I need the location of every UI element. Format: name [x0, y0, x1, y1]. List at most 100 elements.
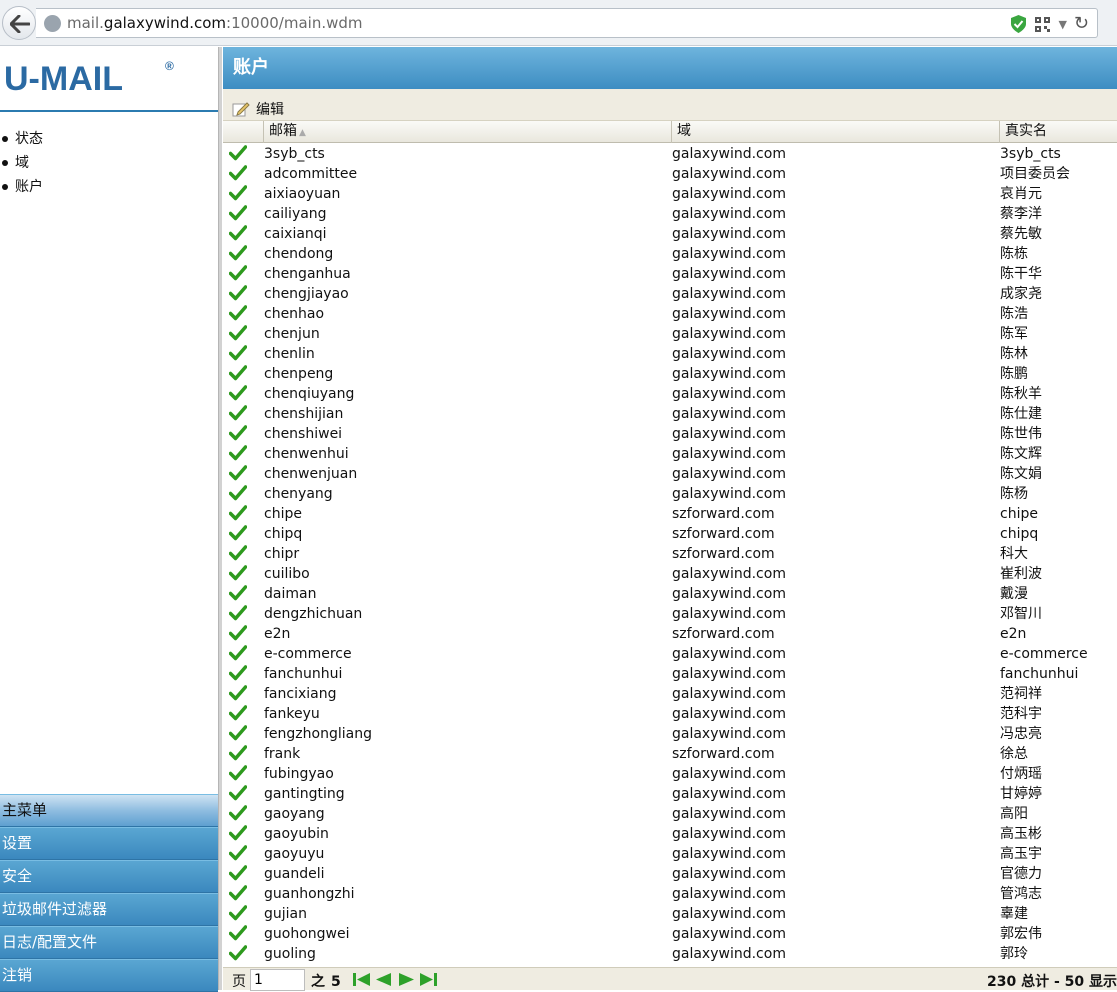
main-menu: 主菜单 设置 安全 垃圾邮件过滤器 日志/配置文件 注销 — [0, 794, 218, 992]
check-icon — [229, 705, 247, 721]
table-row[interactable]: chenyang galaxywind.com 陈杨 — [223, 484, 1117, 504]
shield-icon[interactable] — [1010, 14, 1027, 34]
check-icon — [229, 145, 247, 161]
cell-mailbox: guanhongzhi — [264, 886, 355, 902]
table-row[interactable]: guoling galaxywind.com 郭玲 — [223, 944, 1117, 964]
cell-real-name: 陈世伟 — [1000, 426, 1042, 442]
table-row[interactable]: e-commerce galaxywind.com e-commerce — [223, 644, 1117, 664]
panel-splitter[interactable] — [218, 47, 222, 990]
check-icon — [229, 825, 247, 841]
cell-domain: galaxywind.com — [672, 726, 786, 742]
cell-domain: galaxywind.com — [672, 586, 786, 602]
tree-item-status[interactable]: 状态 — [0, 127, 43, 151]
header-mailbox[interactable]: 邮箱 ▲ — [263, 121, 671, 143]
cell-mailbox: fubingyao — [264, 766, 334, 782]
table-row[interactable]: fanchunhui galaxywind.com fanchunhui — [223, 664, 1117, 684]
table-row[interactable]: gaoyubin galaxywind.com 高玉彬 — [223, 824, 1117, 844]
table-row[interactable]: gaoyuyu galaxywind.com 高玉宇 — [223, 844, 1117, 864]
table-row[interactable]: cailiyang galaxywind.com 蔡李洋 — [223, 204, 1117, 224]
cell-real-name: 高玉宇 — [1000, 846, 1042, 862]
cell-mailbox: fanchunhui — [264, 666, 343, 682]
last-page-icon[interactable] — [419, 971, 438, 988]
bullet-icon — [2, 160, 8, 166]
table-row[interactable]: caixianqi galaxywind.com 蔡先敏 — [223, 224, 1117, 244]
table-row[interactable]: fancixiang galaxywind.com 范祠祥 — [223, 684, 1117, 704]
menu-item-logs-config[interactable]: 日志/配置文件 — [0, 926, 218, 959]
table-row[interactable]: chenganhua galaxywind.com 陈干华 — [223, 264, 1117, 284]
table-row[interactable]: gujian galaxywind.com 辜建 — [223, 904, 1117, 924]
pagination-bar: 页 之5 230 总计 - 50 显示 — [223, 967, 1117, 991]
cell-real-name: 项目委员会 — [1000, 166, 1070, 182]
table-row[interactable]: chipr szforward.com 科大 — [223, 544, 1117, 564]
table-row[interactable]: chenhao galaxywind.com 陈浩 — [223, 304, 1117, 324]
check-icon — [229, 425, 247, 441]
cell-mailbox: fancixiang — [264, 686, 337, 702]
table-row[interactable]: fankeyu galaxywind.com 范科宇 — [223, 704, 1117, 724]
table-row[interactable]: guandeli galaxywind.com 官德力 — [223, 864, 1117, 884]
cell-mailbox: chenyang — [264, 486, 333, 502]
cell-domain: galaxywind.com — [672, 606, 786, 622]
qr-code-icon[interactable] — [1034, 15, 1052, 33]
table-row[interactable]: guanhongzhi galaxywind.com 管鸿志 — [223, 884, 1117, 904]
table-row[interactable]: gantingting galaxywind.com 甘婷婷 — [223, 784, 1117, 804]
menu-item-settings[interactable]: 设置 — [0, 827, 218, 860]
cell-mailbox: chenhao — [264, 306, 325, 322]
cell-real-name: 陈仕建 — [1000, 406, 1042, 422]
table-row[interactable]: guohongwei galaxywind.com 郭宏伟 — [223, 924, 1117, 944]
table-row[interactable]: chenshijian galaxywind.com 陈仕建 — [223, 404, 1117, 424]
table-row[interactable]: 3syb_cts galaxywind.com 3syb_cts — [223, 144, 1117, 164]
table-row[interactable]: daiman galaxywind.com 戴漫 — [223, 584, 1117, 604]
url-field[interactable]: mail.galaxywind.com:10000/main.wdm ▼ ↻ — [36, 8, 1098, 38]
first-page-icon[interactable] — [352, 971, 371, 988]
reload-icon[interactable]: ↻ — [1074, 15, 1089, 33]
cell-real-name: 邓智川 — [1000, 606, 1042, 622]
header-real-name[interactable]: 真实名 — [999, 121, 1117, 143]
check-icon — [229, 345, 247, 361]
cell-domain: galaxywind.com — [672, 186, 786, 202]
tree-item-domain[interactable]: 域 — [0, 151, 43, 175]
cell-real-name: 3syb_cts — [1000, 146, 1061, 162]
next-page-icon[interactable] — [397, 971, 416, 988]
cell-domain: galaxywind.com — [672, 646, 786, 662]
table-row[interactable]: chenwenhui galaxywind.com 陈文辉 — [223, 444, 1117, 464]
tree-item-accounts[interactable]: 账户 — [0, 175, 43, 199]
table-row[interactable]: chengjiayao galaxywind.com 成家尧 — [223, 284, 1117, 304]
cell-domain: galaxywind.com — [672, 946, 786, 962]
table-row[interactable]: chendong galaxywind.com 陈栋 — [223, 244, 1117, 264]
table-row[interactable]: adcommittee galaxywind.com 项目委员会 — [223, 164, 1117, 184]
menu-item-security[interactable]: 安全 — [0, 860, 218, 893]
table-row[interactable]: chenlin galaxywind.com 陈林 — [223, 344, 1117, 364]
table-row[interactable]: chipe szforward.com chipe — [223, 504, 1117, 524]
previous-page-icon[interactable] — [374, 971, 393, 988]
table-row[interactable]: fengzhongliang galaxywind.com 冯忠亮 — [223, 724, 1117, 744]
edit-button[interactable]: 编辑 — [232, 99, 284, 119]
table-row[interactable]: cuilibo galaxywind.com 崔利波 — [223, 564, 1117, 584]
table-row[interactable]: gaoyang galaxywind.com 高阳 — [223, 804, 1117, 824]
dropdown-triangle-icon[interactable]: ▼ — [1058, 18, 1066, 31]
cell-domain: galaxywind.com — [672, 206, 786, 222]
table-row[interactable]: chenqiuyang galaxywind.com 陈秋羊 — [223, 384, 1117, 404]
table-row[interactable]: fubingyao galaxywind.com 付炳瑶 — [223, 764, 1117, 784]
cell-mailbox: fengzhongliang — [264, 726, 372, 742]
header-domain[interactable]: 域 — [671, 121, 999, 143]
table-row[interactable]: dengzhichuan galaxywind.com 邓智川 — [223, 604, 1117, 624]
table-row[interactable]: chenwenjuan galaxywind.com 陈文娟 — [223, 464, 1117, 484]
cell-domain: galaxywind.com — [672, 406, 786, 422]
table-row[interactable]: chenshiwei galaxywind.com 陈世伟 — [223, 424, 1117, 444]
menu-item-logout[interactable]: 注销 — [0, 959, 218, 992]
bullet-icon — [2, 136, 8, 142]
table-row[interactable]: aixiaoyuan galaxywind.com 哀肖元 — [223, 184, 1117, 204]
menu-item-main[interactable]: 主菜单 — [0, 794, 218, 827]
back-button[interactable] — [2, 6, 36, 40]
table-row[interactable]: frank szforward.com 徐总 — [223, 744, 1117, 764]
table-row[interactable]: chenjun galaxywind.com 陈军 — [223, 324, 1117, 344]
check-icon — [229, 845, 247, 861]
page-number-input[interactable] — [250, 969, 305, 991]
table-row[interactable]: e2n szforward.com e2n — [223, 624, 1117, 644]
menu-item-spam-filter[interactable]: 垃圾邮件过滤器 — [0, 893, 218, 926]
check-icon — [229, 525, 247, 541]
cell-mailbox: adcommittee — [264, 166, 358, 182]
table-row[interactable]: chenpeng galaxywind.com 陈鹏 — [223, 364, 1117, 384]
check-icon — [229, 205, 247, 221]
table-row[interactable]: chipq szforward.com chipq — [223, 524, 1117, 544]
